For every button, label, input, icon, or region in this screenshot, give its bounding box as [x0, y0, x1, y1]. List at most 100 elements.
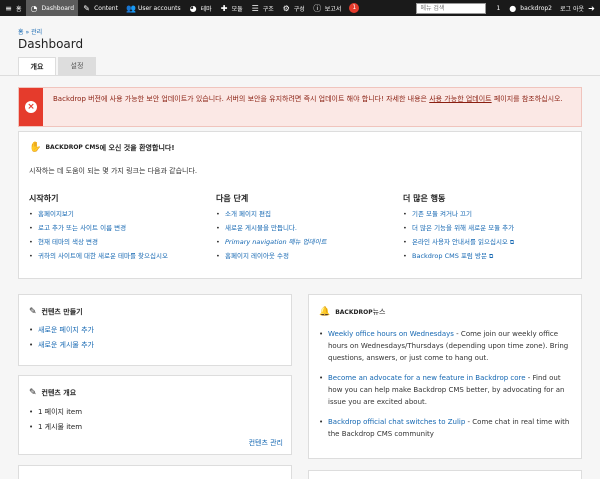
welcome-title: ✋ BACKDROP CMS 에 오신 것을 환영합니다! [29, 142, 175, 153]
menu-icon: ≡ [5, 3, 12, 13]
create-post-link[interactable]: 새로운 게시물을 만듭니다. [225, 224, 297, 232]
list-item[interactable]: 현재 테마의 색상 변경 [29, 238, 209, 247]
logout-icon: ➜ [588, 3, 595, 13]
menu-search-input[interactable] [416, 2, 487, 14]
news-link[interactable]: Become an advocate for a new feature in … [328, 374, 526, 382]
create-content-title: ✎ 컨텐츠 만들기 [29, 307, 83, 317]
add-modules-link[interactable]: 더 많은 기능을 위해 새로운 모듈 추가 [412, 224, 514, 232]
news-link[interactable]: Weekly office hours on Wednesdays [328, 330, 454, 338]
link-list: 홈페이지보기 로고 추가 또는 사이트 이름 변경 현재 테마의 색상 변경 귀… [29, 210, 209, 261]
user-menu[interactable]: ● backdrop2 [504, 0, 556, 16]
create-content-panel: ✎ 컨텐츠 만들기 새로운 페이지 추가 새로운 게시물 추가 [18, 294, 292, 366]
breadcrumb-separator: » [25, 29, 30, 36]
toggle-modules-link[interactable]: 기존 모듈 켜거나 끄기 [412, 210, 472, 218]
user-icon: ● [509, 3, 517, 13]
welcome-panel: ✋ BACKDROP CMS 에 오신 것을 환영합니다! 시작하는 데 도움이 … [18, 131, 582, 279]
find-theme-link[interactable]: 귀하의 사이트에 대한 새로운 테마를 찾으십시오 [38, 252, 168, 260]
list-item[interactable]: 새로운 게시물 추가 [29, 341, 94, 350]
list-item[interactable]: 더 많은 기능을 위해 새로운 모듈 추가 [403, 224, 583, 233]
news-link[interactable]: Backdrop official chat switches to Zulip [328, 418, 465, 426]
breadcrumb-admin[interactable]: 관리 [31, 29, 42, 36]
admin-menu-label: 홈 [16, 5, 22, 13]
list-item[interactable]: 기존 모듈 켜거나 끄기 [403, 210, 583, 219]
admin-menu: ≡ 홈 ◔ Dashboard ✎ Content 👥 User accounts ◕ 테마 ✚ 모듈… [0, 0, 345, 16]
user-count: 1 [496, 4, 501, 12]
breadcrumb: 홈 » 관리 [18, 27, 42, 36]
link-list: 소개 페이지 편집 새로운 게시물을 만듭니다. Primary navigat… [216, 210, 396, 261]
welcome-column-more-actions: 더 많은 행동 기존 모듈 켜거나 끄기 더 많은 기능을 위해 새로운 모듈 … [403, 193, 583, 266]
users-icon: 👥 [125, 3, 136, 13]
external-link-icon: ⧉ [509, 239, 515, 246]
admin-menu-item[interactable]: 👥 User accounts [122, 0, 185, 16]
pencil-icon: ✎ [29, 388, 37, 398]
admin-menu-label: 구성 [293, 5, 305, 13]
content-overview-list: 1 페이지 item 1 게시물 item [29, 408, 82, 438]
list-item[interactable]: 로고 추가 또는 사이트 이름 변경 [29, 224, 209, 233]
username: backdrop2 [520, 4, 552, 12]
edit-icon: ✎ [29, 307, 37, 317]
create-content-title-text: 컨텐츠 만들기 [41, 308, 83, 316]
tab-settings[interactable]: 설정 [58, 57, 96, 75]
admin-menu-item[interactable]: ◔ Dashboard [25, 0, 79, 16]
view-homepage-link[interactable]: 홈페이지보기 [38, 210, 74, 218]
forum-link[interactable]: Backdrop CMS 포럼 방문 [412, 252, 487, 260]
news-title-prefix: BACKDROP [335, 308, 373, 316]
admin-menu-item[interactable]: ☰ 구조 [247, 0, 278, 16]
admin-menu-item[interactable]: ≡ 홈 [0, 0, 26, 16]
bell-icon: 🔔 [319, 307, 331, 317]
list-item[interactable]: 홈페이지 레이아웃 수정 [216, 252, 396, 261]
admin-menu-label: 테마 [200, 5, 212, 13]
change-colors-link[interactable]: 현재 테마의 색상 변경 [38, 238, 98, 246]
dashboard-icon: ◔ [30, 3, 38, 13]
user-guide-link[interactable]: 온라인 사용자 안내서를 읽으십시오 [412, 238, 508, 246]
admin-menu-label: 구조 [262, 5, 274, 13]
admin-menu-label: 보고서 [324, 5, 342, 13]
admin-toolbar-right: 1 ● backdrop2 로그 아웃 ➜ [416, 0, 600, 16]
list-item[interactable]: Backdrop CMS 포럼 방문⧉ [403, 252, 583, 261]
news-item: Backdrop official chat switches to Zulip… [319, 416, 575, 440]
logout-link[interactable]: 로그 아웃 ➜ [556, 0, 600, 16]
admin-menu-label: 모듈 [231, 5, 243, 13]
list-item[interactable]: 소개 페이지 편집 [216, 210, 396, 219]
tab-overview[interactable]: 개요 [18, 57, 56, 75]
add-post-link[interactable]: 새로운 게시물 추가 [38, 341, 94, 349]
admin-menu-item[interactable]: ◕ 테마 [185, 0, 216, 16]
security-update-error: × Backdrop 버전에 사용 가능한 보안 업데이트가 있습니다. 서버의… [18, 87, 582, 127]
admin-menu-item[interactable]: ✎ Content [78, 0, 122, 16]
content-overview-title: ✎ 컨텐츠 개요 [29, 388, 76, 398]
list-item[interactable]: Primary navigation 메뉴 업데이트 [216, 238, 396, 247]
error-text-after: 페이지를 참조하십시오. [491, 95, 563, 103]
list-item[interactable]: 새로운 게시물을 만듭니다. [216, 224, 396, 233]
list-item: 1 페이지 item [29, 408, 82, 417]
gear-icon: ⚙ [282, 3, 290, 13]
welcome-description: 시작하는 데 도움이 되는 몇 가지 링크는 다음과 같습니다. [29, 167, 198, 175]
news-item: Weekly office hours on Wednesdays - Come… [319, 328, 575, 364]
list-item[interactable]: 홈페이지보기 [29, 210, 209, 219]
list-item[interactable]: 온라인 사용자 안내서를 읽으십시오⧉ [403, 238, 583, 247]
welcome-column-next-steps: 다음 단계 소개 페이지 편집 새로운 게시물을 만듭니다. Primary n… [216, 193, 396, 266]
available-updates-link[interactable]: 사용 가능한 업데이트 [429, 95, 491, 103]
admin-menu-item[interactable]: ⚙ 구성 [278, 0, 309, 16]
edit-about-link[interactable]: 소개 페이지 편집 [225, 210, 271, 218]
column-heading: 다음 단계 [216, 194, 249, 203]
backdrop-hand-icon: ✋ [29, 142, 42, 153]
breadcrumb-home[interactable]: 홈 [18, 29, 24, 36]
error-icon: × [25, 101, 37, 113]
update-menu-link[interactable]: Primary navigation 메뉴 업데이트 [225, 238, 327, 246]
list-item[interactable]: 귀하의 사이트에 대한 새로운 테마를 찾으십시오 [29, 252, 209, 261]
add-page-link[interactable]: 새로운 페이지 추가 [38, 326, 94, 334]
admin-menu-label: Dashboard [41, 4, 75, 12]
admin-menu-item[interactable]: ✚ 모듈 [216, 0, 247, 16]
manage-content-link[interactable]: 컨텐츠 관리 [249, 438, 283, 448]
primary-tabs: 개요 설정 [18, 57, 98, 75]
panel [308, 470, 582, 479]
content-overview-title-text: 컨텐츠 개요 [41, 389, 77, 397]
alert-badge[interactable]: 1 [349, 3, 360, 13]
admin-menu-item[interactable]: ⓘ 보고서 [309, 0, 346, 16]
modify-layout-link[interactable]: 홈페이지 레이아웃 수정 [225, 252, 289, 260]
panel [18, 465, 292, 479]
palette-icon: ◕ [189, 3, 197, 13]
add-logo-link[interactable]: 로고 추가 또는 사이트 이름 변경 [38, 224, 126, 232]
admin-toolbar: ≡ 홈 ◔ Dashboard ✎ Content 👥 User accounts ◕ 테마 ✚ 모듈… [0, 0, 600, 16]
list-item[interactable]: 새로운 페이지 추가 [29, 326, 94, 335]
